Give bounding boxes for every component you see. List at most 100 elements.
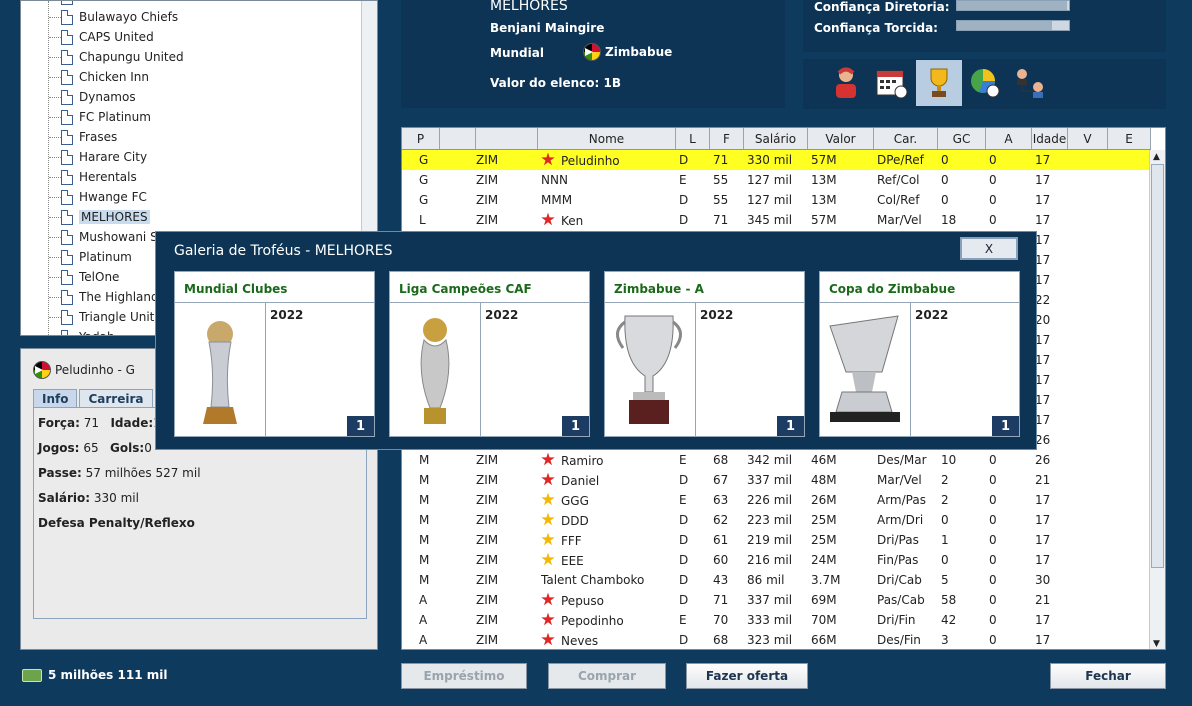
fechar-button[interactable]: Fechar — [1050, 663, 1166, 689]
column-header[interactable]: P — [402, 128, 440, 149]
table-row[interactable]: G ZIM NNN E 55 127 mil 13M Ref/Col 0 0 17 — [402, 170, 1151, 190]
table-row[interactable]: M ZIM GGG E 63 226 mil 26M Arm/Pas 2 0 17 — [402, 490, 1151, 510]
tree-item[interactable]: Bulawayo Chiefs — [49, 7, 178, 27]
table-cell-sal: 342 mil — [747, 453, 793, 467]
tree-item[interactable]: Border Strikers — [61, 1, 169, 7]
column-header[interactable] — [476, 128, 538, 149]
document-icon — [61, 129, 73, 145]
tree-item[interactable]: TelOne — [49, 267, 119, 287]
tree-item[interactable]: Frases — [49, 127, 117, 147]
tree-item[interactable]: Triangle United — [49, 307, 169, 327]
tree-item-label: MELHORES — [79, 210, 150, 224]
diretoria-bar-fill — [957, 1, 1067, 10]
tree-item[interactable]: Platinum — [49, 247, 132, 267]
name-cell: Daniel — [538, 472, 676, 488]
tree-item[interactable]: Chicken Inn — [49, 67, 149, 87]
nationality-cell: ZIM — [476, 193, 538, 207]
emprestimo-button[interactable]: Empréstimo — [401, 663, 527, 689]
column-header[interactable]: F — [710, 128, 744, 149]
org-chart-icon[interactable] — [1008, 60, 1054, 106]
table-cell-val: 3.7M — [811, 573, 841, 587]
passe-value: 57 milhões 527 mil — [85, 466, 201, 480]
table-cell-val: 24M — [811, 553, 837, 567]
column-header[interactable]: Nome — [538, 128, 676, 149]
tree-connector — [49, 317, 61, 318]
tree-item[interactable]: Chapungu United — [49, 47, 184, 67]
table-row[interactable]: M ZIM Talent Chamboko D 43 86 mil 3.7M Dri/Cab 5… — [402, 570, 1151, 590]
table-cell-l: D — [679, 553, 689, 567]
scroll-thumb[interactable] — [1151, 164, 1164, 568]
table-cell-a: 0 — [989, 213, 997, 227]
torcida-bar-fill — [957, 21, 1053, 30]
table-cell-p: L — [419, 213, 426, 227]
player-tabs: Info Carreira — [33, 389, 155, 408]
column-header[interactable] — [440, 128, 476, 149]
table-row[interactable]: M ZIM FFF D 61 219 mil 25M Dri/Pas 1 0 17 — [402, 530, 1151, 550]
cash-icon — [22, 668, 42, 682]
table-scrollbar[interactable]: ▲ ▼ — [1149, 150, 1165, 649]
column-header[interactable]: L — [676, 128, 710, 149]
table-row[interactable]: A ZIM Pepuso D 71 337 mil 69M Pas/Cab 58 0 21 — [402, 590, 1151, 610]
column-header[interactable]: A — [986, 128, 1032, 149]
tree-item[interactable]: Dynamos — [49, 87, 136, 107]
table-row[interactable]: M ZIM EEE D 60 216 mil 24M Fin/Pas 0 0 17 — [402, 550, 1151, 570]
table-row[interactable]: M ZIM DDD D 62 223 mil 25M Arm/Dri 0 0 17 — [402, 510, 1151, 530]
table-row[interactable]: G ZIM MMM D 55 127 mil 13M Col/Ref 0 0 17 — [402, 190, 1151, 210]
comprar-button[interactable]: Comprar — [548, 663, 666, 689]
forca-label: Força: — [38, 416, 80, 430]
scroll-down-icon[interactable]: ▼ — [1153, 639, 1160, 649]
tab-info[interactable]: Info — [33, 389, 78, 408]
table-cell-f: 43 — [713, 573, 729, 587]
tree-item[interactable]: Herentals — [49, 167, 137, 187]
table-cell-idade: 17 — [1035, 173, 1051, 187]
tab-carreira[interactable]: Carreira — [79, 389, 153, 408]
star-icon — [541, 472, 555, 486]
table-row[interactable]: L ZIM Ken D 71 345 mil 57M Mar/Vel 18 0 17 — [402, 210, 1151, 230]
jogos-value: 65 — [83, 441, 99, 455]
trophy-icon[interactable] — [916, 60, 962, 106]
table-cell-l: D — [679, 513, 689, 527]
caf-champions-trophy-icon — [420, 318, 450, 424]
table-row[interactable]: A ZIM Neves D 68 323 mil 66M Des/Fin 3 0 17 — [402, 630, 1151, 649]
squad-value: Valor do elenco: 1B — [490, 76, 621, 90]
national-cup-trophy-icon — [829, 315, 900, 422]
tree-item[interactable]: CAPS United — [49, 27, 154, 47]
table-cell-l: D — [679, 193, 689, 207]
table-cell-idade: 17 — [1035, 213, 1051, 227]
tree-item[interactable]: MELHORES — [49, 207, 150, 227]
tree-item[interactable]: FC Platinum — [49, 107, 151, 127]
nationality-code: ZIM — [476, 213, 499, 227]
column-header[interactable]: Idade — [1032, 128, 1068, 149]
salario-row: Salário: 330 mil — [38, 491, 362, 516]
position-description-text: Defesa Penalty/Reflexo — [38, 516, 195, 530]
star-icon — [541, 612, 555, 626]
tree-item[interactable]: Harare City — [49, 147, 147, 167]
table-cell-idade: 17 — [1035, 193, 1051, 207]
table-cell-car: Ref/Col — [877, 173, 920, 187]
table-cell-idade: 17 — [1035, 613, 1051, 627]
table-cell-val: 48M — [811, 473, 837, 487]
column-header[interactable]: GC — [938, 128, 986, 149]
close-button[interactable]: X — [960, 237, 1018, 260]
table-cell-gc: 18 — [941, 213, 957, 227]
column-header[interactable]: E — [1108, 128, 1151, 149]
scroll-up-icon[interactable]: ▲ — [1153, 152, 1160, 162]
column-header[interactable]: Car. — [874, 128, 938, 149]
table-row[interactable]: G ZIM Peludinho D 71 330 mil 57M DPe/Ref 0 0 17 — [402, 150, 1151, 170]
calendar-icon[interactable] — [869, 60, 915, 106]
player-icon[interactable] — [823, 60, 869, 106]
document-icon — [61, 249, 73, 265]
table-row[interactable]: A ZIM Pepodinho E 70 333 mil 70M Dri/Fin 42 0 17 — [402, 610, 1151, 630]
stats-icon[interactable] — [962, 60, 1008, 106]
nationality-cell: ZIM — [476, 493, 538, 507]
player-name: MMM — [541, 193, 573, 207]
table-row[interactable]: M ZIM Daniel D 67 337 mil 48M Mar/Vel 2 0 21 — [402, 470, 1151, 490]
tree-item[interactable]: Hwange FC — [49, 187, 147, 207]
table-row[interactable]: M ZIM Ramiro E 68 342 mil 46M Des/Mar 10 0 26 — [402, 450, 1151, 470]
star-icon — [541, 552, 555, 566]
column-header[interactable]: Salário — [744, 128, 808, 149]
column-header[interactable]: V — [1068, 128, 1108, 149]
fazer-oferta-button[interactable]: Fazer oferta — [686, 663, 808, 689]
column-header[interactable]: Valor — [808, 128, 874, 149]
tree-item[interactable]: Yadah — [61, 327, 115, 335]
